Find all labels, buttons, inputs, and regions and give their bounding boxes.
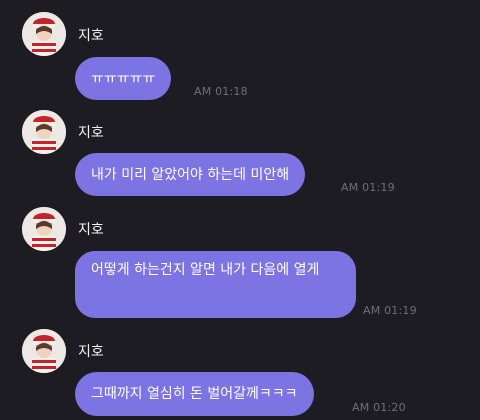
avatar[interactable] [22,12,66,56]
profile-avatar-icon [22,12,66,56]
avatar[interactable] [22,329,66,373]
sender-name: 지호 [78,28,104,44]
message-timestamp: AM 01:20 [352,401,406,414]
message-bubble[interactable]: 어떻게 하는건지 알면 내가 다음에 열게 [75,251,356,318]
message-timestamp: AM 01:19 [363,304,417,317]
sender-name: 지호 [78,125,104,141]
message-timestamp: AM 01:18 [194,85,248,98]
profile-avatar-icon [22,207,66,251]
avatar[interactable] [22,110,66,154]
sender-name: 지호 [78,222,104,238]
message-timestamp: AM 01:19 [341,181,395,194]
profile-avatar-icon [22,110,66,154]
avatar[interactable] [22,207,66,251]
message-bubble[interactable]: ㅠㅠㅠㅠㅠ [75,57,172,100]
chat-message-list: 지호 ㅠㅠㅠㅠㅠ AM 01:18 지호 내가 미리 알았어야 하는데 미안해 … [0,0,480,420]
message-bubble[interactable]: 내가 미리 알았어야 하는데 미안해 [75,153,306,196]
sender-name: 지호 [78,344,104,360]
profile-avatar-icon [22,329,66,373]
message-bubble[interactable]: 그때까지 열심히 돈 벌어갈께ㅋㅋㅋ [75,372,314,416]
